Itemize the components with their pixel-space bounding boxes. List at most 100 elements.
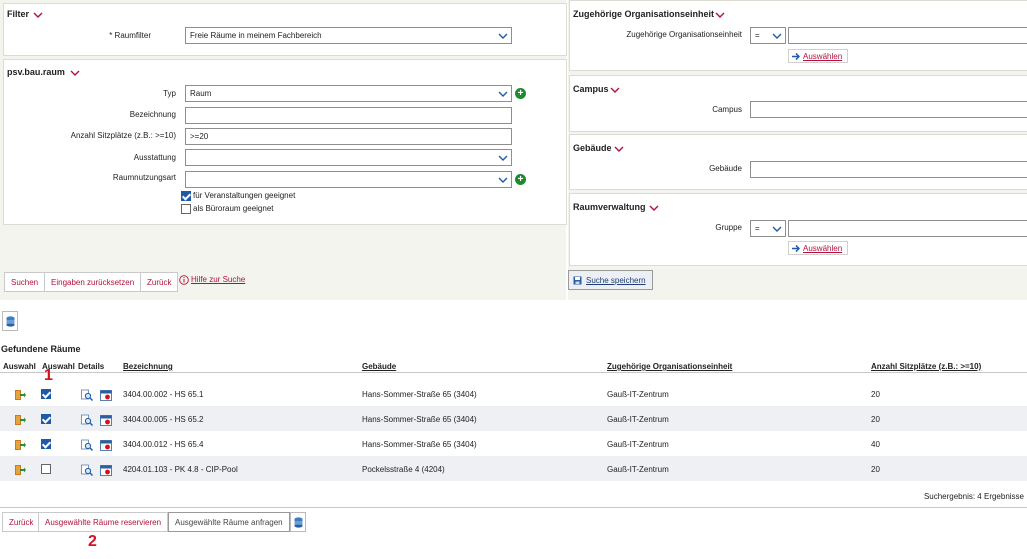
calendar-icon[interactable] xyxy=(100,389,112,401)
reset-button[interactable]: Eingaben zurücksetzen xyxy=(44,272,142,292)
org-auswaehlen-button[interactable]: Auswählen xyxy=(788,49,848,63)
sitzplaetze-input[interactable]: >=20 xyxy=(185,128,512,145)
org-label: Zugehörige Organisationseinheit xyxy=(626,30,742,39)
table-row: 3404.00.005 - HS 65.2 Hans-Sommer-Straße … xyxy=(0,406,1027,431)
org-input[interactable] xyxy=(788,27,1027,44)
row-select-checkbox[interactable] xyxy=(41,414,51,424)
details-search-icon[interactable] xyxy=(81,464,93,476)
gruppe-operator-value: = xyxy=(755,224,760,233)
veranstaltungen-checkbox[interactable] xyxy=(181,191,191,201)
raumverwaltung-panel: Raumverwaltung Gruppe = Auswählen xyxy=(569,193,1027,266)
row-select-checkbox[interactable] xyxy=(41,389,51,399)
database-icon xyxy=(6,316,15,327)
raumverwaltung-collapse-icon[interactable] xyxy=(649,204,659,212)
cell-sitzplaetze: 20 xyxy=(871,390,880,399)
gruppe-operator-select[interactable]: = xyxy=(750,220,786,237)
add-typ-icon[interactable]: + xyxy=(515,88,526,99)
hilfe-link[interactable]: Hilfe zur Suche xyxy=(191,275,245,284)
psv-collapse-icon[interactable] xyxy=(70,69,80,77)
cell-org: Gauß-IT-Zentrum xyxy=(607,390,669,399)
zurueck-top-button[interactable]: Zurück xyxy=(140,272,179,292)
calendar-icon[interactable] xyxy=(100,414,112,426)
typ-value: Raum xyxy=(190,89,212,98)
org-operator-select[interactable]: = xyxy=(750,27,786,44)
filter-title: Filter xyxy=(7,9,30,19)
cell-gebaeude: Hans-Sommer-Straße 65 (3404) xyxy=(362,440,477,449)
th-gebaeude[interactable]: Gebäude xyxy=(362,362,396,371)
bezeichnung-input[interactable] xyxy=(185,107,512,124)
export-database-bottom-button[interactable] xyxy=(290,512,306,532)
cell-sitzplaetze: 20 xyxy=(871,465,880,474)
cell-gebaeude: Pockelsstraße 4 (4204) xyxy=(362,465,445,474)
th-sitzplaetze[interactable]: Anzahl Sitzplätze (z.B.: >=10) xyxy=(871,362,981,371)
footer-divider xyxy=(0,507,1027,508)
psv-panel: psv.bau.raum Typ Raum + Bezeichnung Anza… xyxy=(3,59,567,225)
campus-input[interactable] xyxy=(750,101,1027,118)
calendar-icon[interactable] xyxy=(100,464,112,476)
gebaeude-input[interactable] xyxy=(750,161,1027,178)
ausstattung-label: Ausstattung xyxy=(133,153,176,162)
row-select-checkbox[interactable] xyxy=(41,464,51,474)
export-database-button[interactable] xyxy=(2,311,18,331)
raumfilter-label: * Raumfilter xyxy=(109,31,151,40)
cell-bezeichnung: 3404.00.012 - HS 65.4 xyxy=(123,440,204,449)
raumnutzungsart-label: Raumnutzungsart xyxy=(112,173,176,182)
arrow-right-icon xyxy=(792,53,800,60)
zurueck-bottom-button[interactable]: Zurück xyxy=(2,512,41,532)
campus-label: Campus xyxy=(712,105,742,114)
details-search-icon[interactable] xyxy=(81,389,93,401)
door-enter-icon[interactable] xyxy=(14,414,26,426)
gruppe-auswaehlen-label: Auswählen xyxy=(803,244,843,253)
gebaeude-title: Gebäude xyxy=(573,143,612,153)
campus-collapse-icon[interactable] xyxy=(610,86,620,94)
add-raumnutzungsart-icon[interactable]: + xyxy=(515,174,526,185)
table-row: 3404.00.012 - HS 65.4 Hans-Sommer-Straße … xyxy=(0,431,1027,456)
ausstattung-select[interactable] xyxy=(185,149,512,166)
filter-panel: Filter * Raumfilter Freie Räume in meine… xyxy=(3,3,567,56)
org-auswaehlen-label: Auswählen xyxy=(803,52,843,61)
cell-bezeichnung: 3404.00.005 - HS 65.2 xyxy=(123,415,204,424)
campus-panel: Campus Campus xyxy=(569,75,1027,132)
calendar-icon[interactable] xyxy=(100,439,112,451)
psv-title: psv.bau.raum xyxy=(7,67,65,77)
gruppe-auswaehlen-button[interactable]: Auswählen xyxy=(788,241,848,255)
th-auswahl-1: Auswahl xyxy=(3,362,36,371)
details-search-icon[interactable] xyxy=(81,439,93,451)
door-enter-icon[interactable] xyxy=(14,389,26,401)
header-divider xyxy=(0,372,1027,373)
cell-org: Gauß-IT-Zentrum xyxy=(607,440,669,449)
org-title: Zugehörige Organisationseinheit xyxy=(573,9,715,19)
veranstaltungen-checkbox-label: für Veranstaltungen geeignet xyxy=(193,191,296,200)
cell-org: Gauß-IT-Zentrum xyxy=(607,415,669,424)
filter-collapse-icon[interactable] xyxy=(33,11,43,19)
annotation-2: 2 xyxy=(88,533,97,550)
th-bezeichnung[interactable]: Bezeichnung xyxy=(123,362,173,371)
th-org[interactable]: Zugehörige Organisationseinheit xyxy=(607,362,732,371)
buero-checkbox-label: als Büroraum geeignet xyxy=(193,204,274,213)
gebaeude-panel: Gebäude Gebäude xyxy=(569,134,1027,190)
org-collapse-icon[interactable] xyxy=(715,11,725,19)
raumnutzungsart-select[interactable] xyxy=(185,171,512,188)
row-select-checkbox[interactable] xyxy=(41,439,51,449)
door-enter-icon[interactable] xyxy=(14,439,26,451)
door-enter-icon[interactable] xyxy=(14,464,26,476)
chevron-down-icon xyxy=(498,32,508,40)
typ-select[interactable]: Raum xyxy=(185,85,512,102)
gebaeude-collapse-icon[interactable] xyxy=(614,145,624,153)
cell-sitzplaetze: 20 xyxy=(871,415,880,424)
gruppe-input[interactable] xyxy=(788,220,1027,237)
anfragen-button[interactable]: Ausgewählte Räume anfragen xyxy=(168,512,290,532)
chevron-down-icon xyxy=(498,90,508,98)
save-search-button[interactable]: Suche speichern xyxy=(568,270,653,290)
suchen-button[interactable]: Suchen xyxy=(4,272,46,292)
gebaeude-label: Gebäude xyxy=(709,164,742,173)
details-search-icon[interactable] xyxy=(81,414,93,426)
cell-gebaeude: Hans-Sommer-Straße 65 (3404) xyxy=(362,390,477,399)
table-row: 4204.01.103 - PK 4.8 - CIP-Pool Pockelsst… xyxy=(0,456,1027,481)
org-panel: Zugehörige Organisationseinheit Zugehöri… xyxy=(569,0,1027,71)
reservieren-button[interactable]: Ausgewählte Räume reservieren xyxy=(38,512,169,532)
save-search-label: Suche speichern xyxy=(586,276,646,285)
arrow-right-icon xyxy=(792,245,800,252)
buero-checkbox[interactable] xyxy=(181,204,191,214)
raumfilter-select[interactable]: Freie Räume in meinem Fachbereich xyxy=(185,27,512,44)
